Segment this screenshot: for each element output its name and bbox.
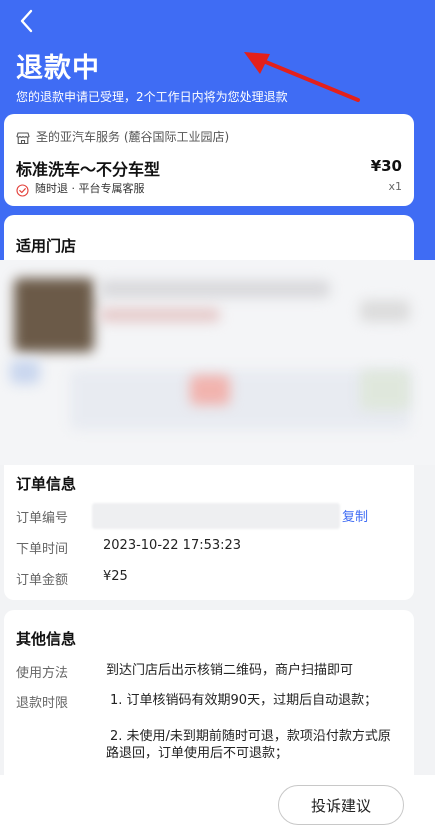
store-icon <box>16 130 30 144</box>
order-number-masked <box>92 503 340 529</box>
store-section-title: 适用门店 <box>16 237 77 255</box>
other-info-card: 其他信息 使用方法 到达门店后出示核销二维码，商户扫描即可 退款时限 1. 订单… <box>4 610 414 780</box>
service-tag-label: 随时退 · 平台专属客服 <box>35 182 145 195</box>
refund-limit-label: 退款时限 <box>16 696 69 711</box>
page-title: 退款中 <box>16 53 100 84</box>
product-quantity: x1 <box>388 180 402 193</box>
refund-rule-2: 2. 未使用/未到期前随时可退，款项沿付款方式原路退回，订单使用后不可退款； <box>106 729 391 761</box>
shop-row[interactable]: 圣的亚汽车服务 (麓谷国际工业园店) <box>16 128 229 145</box>
product-card[interactable]: 圣的亚汽车服务 (麓谷国际工业园店) 标准洗车～不分车型 ¥30 随时退 · 平… <box>4 114 414 206</box>
usage-method-value: 到达门店后出示核销二维码，商户扫描即可 <box>106 663 354 678</box>
order-info-card: 订单信息 订单编号 复制 下单时间 2023-10-22 17:53:23 订单… <box>4 465 414 600</box>
order-amount-label: 订单金额 <box>16 573 69 588</box>
product-price: ¥30 <box>370 157 402 175</box>
shop-name: 圣的亚汽车服务 (麓谷国际工业园店) <box>36 130 230 144</box>
order-number-label: 订单编号 <box>16 511 69 526</box>
blurred-store-info <box>0 260 435 465</box>
refund-rule-1: 1. 订单核销码有效期90天，过期后自动退款； <box>110 693 378 708</box>
product-name: 标准洗车～不分车型 <box>16 160 161 179</box>
annotation-arrow-icon <box>244 52 360 102</box>
bottom-bar: 投诉建议 <box>0 775 435 834</box>
back-icon[interactable] <box>14 8 40 34</box>
check-circle-icon <box>16 182 29 197</box>
order-info-title: 订单信息 <box>16 475 77 493</box>
service-tag: 随时退 · 平台专属客服 <box>16 180 145 197</box>
order-time-label: 下单时间 <box>16 542 69 557</box>
order-amount-value: ¥25 <box>103 569 128 584</box>
order-time-value: 2023-10-22 17:53:23 <box>103 538 242 553</box>
usage-method-label: 使用方法 <box>16 666 69 681</box>
other-info-title: 其他信息 <box>16 630 77 648</box>
copy-button[interactable]: 复制 <box>342 506 368 525</box>
complaint-button[interactable]: 投诉建议 <box>278 785 404 825</box>
